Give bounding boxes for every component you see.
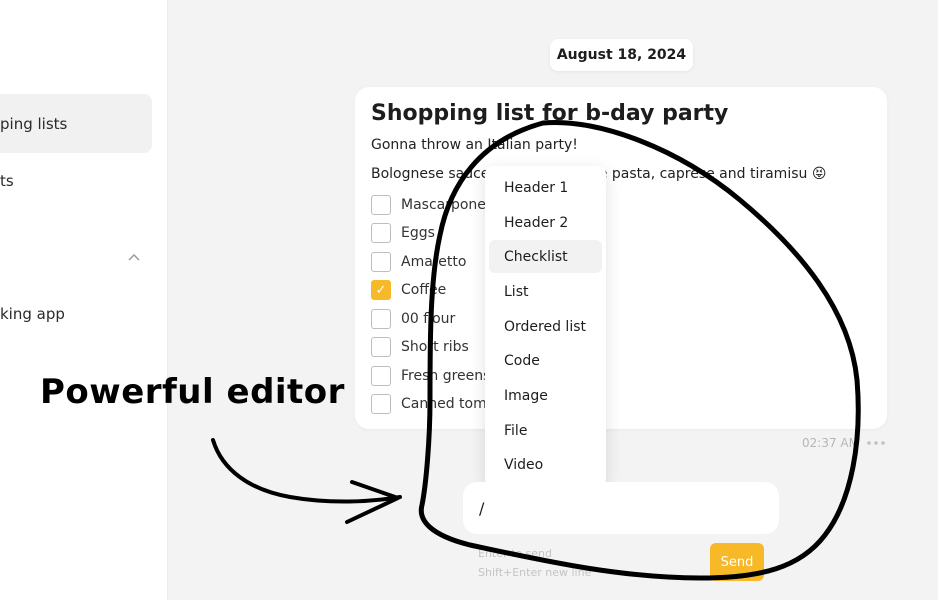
menu-item-list[interactable]: List — [489, 275, 602, 308]
send-button[interactable]: Send — [710, 543, 764, 581]
checklist-item[interactable]: Eggs — [371, 222, 435, 244]
menu-item-image[interactable]: Image — [489, 379, 602, 412]
check-icon: ✓ — [375, 282, 387, 298]
checklist-item-text: Amaretto — [401, 254, 467, 270]
note-card[interactable]: Shopping list for b-day party Gonna thro… — [355, 87, 887, 429]
message-timestamp: 02:37 AM — [802, 436, 859, 450]
sidebar-item-label: ts — [0, 172, 14, 190]
sidebar-item-label: king app — [0, 305, 65, 323]
sidebar-item-label: ping lists — [0, 114, 68, 133]
checkbox-checked[interactable]: ✓ — [371, 280, 391, 300]
menu-item-file[interactable]: File — [489, 414, 602, 447]
slash-command-menu: Header 1 Header 2 Checklist List Ordered… — [485, 166, 606, 487]
sidebar-item-3[interactable]: king app — [0, 299, 152, 329]
note-line-1: Gonna throw an Italian party! — [371, 137, 578, 153]
note-title: Shopping list for b-day party — [371, 101, 729, 126]
sidebar-item-2[interactable]: ts — [0, 166, 152, 196]
checkbox[interactable] — [371, 394, 391, 414]
sidebar-item-shopping-lists[interactable]: ping lists — [0, 94, 152, 153]
checklist-item[interactable]: Mascarpone — [371, 194, 486, 216]
checklist-item[interactable]: Short ribs — [371, 336, 469, 358]
date-pill: August 18, 2024 — [550, 39, 693, 71]
checklist-item[interactable]: ✓ Coffee — [371, 279, 446, 301]
menu-item-header-2[interactable]: Header 2 — [489, 206, 602, 239]
annotation-arrowhead-stroke — [345, 480, 400, 524]
checkbox[interactable] — [371, 195, 391, 215]
menu-item-ordered-list[interactable]: Ordered list — [489, 310, 602, 343]
checklist-item-text: Short ribs — [401, 339, 469, 355]
menu-item-header-1[interactable]: Header 1 — [489, 171, 602, 204]
sidebar: ping lists ts king app — [0, 0, 168, 600]
message-input[interactable]: / — [463, 482, 779, 534]
more-horizontal-icon[interactable] — [866, 436, 886, 451]
checkbox[interactable] — [371, 337, 391, 357]
hint-enter-send: Enter to send — [478, 547, 553, 560]
annotation-arrow-stroke — [211, 438, 402, 504]
checkbox[interactable] — [371, 366, 391, 386]
message-input-value: / — [479, 498, 485, 518]
checklist-item[interactable]: Amaretto — [371, 251, 466, 273]
checkbox[interactable] — [371, 309, 391, 329]
checklist-item-text: 00 flour — [401, 311, 456, 327]
checkbox[interactable] — [371, 223, 391, 243]
checklist-item-text: Eggs — [401, 225, 435, 241]
checklist-item[interactable]: Fresh greens — [371, 365, 490, 387]
checkbox[interactable] — [371, 252, 391, 272]
menu-item-code[interactable]: Code — [489, 344, 602, 377]
chevron-up-icon[interactable] — [126, 250, 142, 266]
menu-item-video[interactable]: Video — [489, 448, 602, 481]
menu-item-checklist[interactable]: Checklist — [489, 240, 602, 273]
checklist-item-text: Fresh greens — [401, 368, 491, 384]
checklist-item-text: Coffee — [401, 282, 447, 298]
hint-shift-enter: Shift+Enter new line — [478, 566, 592, 579]
annotation-label: Powerful editor — [40, 372, 345, 412]
checklist-item[interactable]: 00 flour — [371, 308, 455, 330]
checklist-item-text: Mascarpone — [401, 197, 486, 213]
